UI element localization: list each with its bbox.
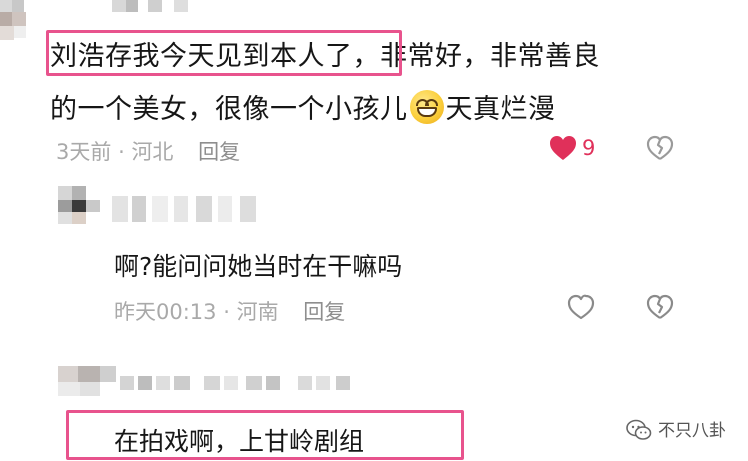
watermark: 不只八卦 xyxy=(626,416,726,441)
heart-filled-icon[interactable] xyxy=(548,134,578,162)
heart-outline-icon[interactable] xyxy=(566,293,596,321)
watermark-text: 不只八卦 xyxy=(658,421,726,441)
reply-meta: 昨天00:13 · 河南 回复 xyxy=(114,300,346,324)
highlight-box xyxy=(46,30,402,76)
reply2-username-blurred[interactable] xyxy=(120,376,420,392)
reply-time: 昨天00:13 xyxy=(114,300,217,324)
reply2-avatar-blurred[interactable] xyxy=(58,366,118,396)
avatar-blurred[interactable] xyxy=(0,0,36,44)
grinning-face-emoji xyxy=(409,90,444,124)
wechat-icon xyxy=(626,419,652,440)
comment-location: 河北 xyxy=(131,140,174,164)
reply-location: 河南 xyxy=(236,300,279,324)
username-blurred[interactable] xyxy=(112,0,192,14)
dislike-broken-heart-icon[interactable] xyxy=(645,134,675,162)
reply-button[interactable]: 回复 xyxy=(198,140,240,164)
reply-button[interactable]: 回复 xyxy=(303,300,345,324)
reply-avatar-blurred[interactable] xyxy=(58,186,104,226)
like-count: 9 xyxy=(582,136,596,160)
reply-username-blurred[interactable] xyxy=(112,196,272,222)
highlight-box xyxy=(66,410,464,460)
dislike-broken-heart-icon[interactable] xyxy=(645,293,675,321)
reply-comment-text: 啊?能问问她当时在干嘛吗 xyxy=(114,252,403,281)
comment-time: 3天前 xyxy=(56,140,112,164)
comment-1-meta: 3天前 · 河北 回复 xyxy=(56,140,241,164)
